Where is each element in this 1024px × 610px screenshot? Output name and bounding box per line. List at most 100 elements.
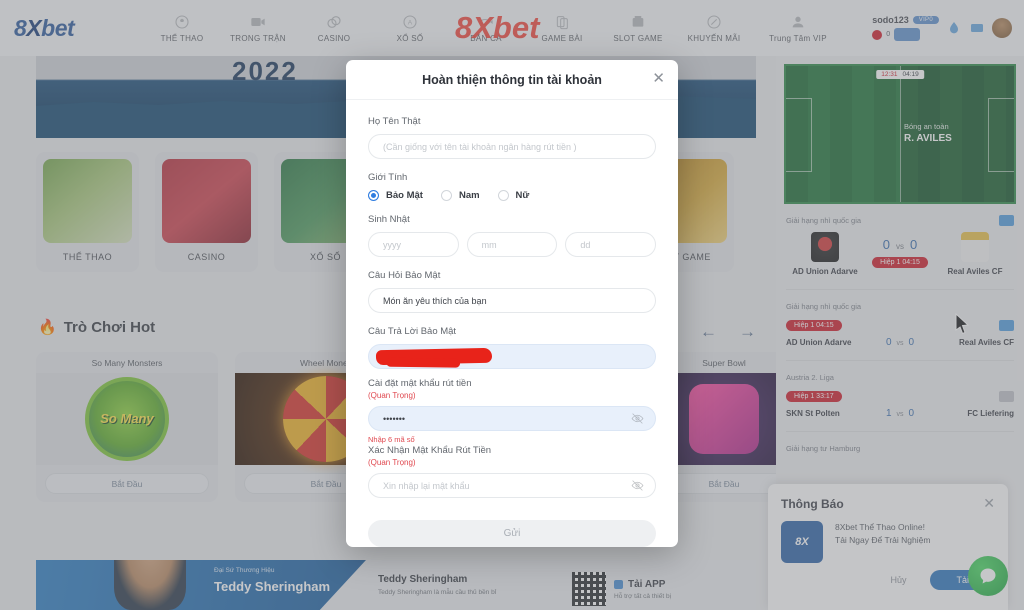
home-score: 0 [885, 337, 892, 349]
match-row[interactable]: AD Union Adarve 0 vs 0 Real Aviles CF [786, 337, 1014, 348]
nav-item-xo-so[interactable]: A XỔ SỐ [372, 14, 448, 43]
logo-8: 8 [14, 14, 27, 41]
nav-item-slot-game[interactable]: SLOT GAME [600, 14, 676, 43]
away-score: 0 [908, 408, 915, 420]
deposit-drop-icon[interactable] [946, 20, 962, 36]
timer-right: 04:19 [902, 71, 919, 78]
fish-icon [477, 14, 495, 30]
app-logo: 8X [781, 521, 823, 563]
timer-left: 12:31 [881, 71, 898, 78]
gender-radio-group: Bảo Mật Nam Nữ [368, 190, 656, 201]
ambassador-subtitle: Đại Sứ Thương Hiệu [214, 567, 275, 574]
match-row[interactable]: SKN St Polten 1 vs 0 FC Liefering [786, 408, 1014, 419]
main-nav: THỂ THAO TRONG TRẬN CASINO A XỔ SỐ BẮN C… [144, 14, 872, 43]
nav-item-khuyen-mai[interactable]: KHUYẾN MÃI [676, 14, 752, 43]
live-pitch-widget[interactable]: 12:31 04:19 Bóng an toàn R. AVILES [784, 64, 1016, 204]
match-timer: 12:31 04:19 [876, 70, 924, 79]
security-question-label: Câu Hỏi Bảo Mật [368, 270, 441, 281]
league-name: Austria 2. Liga [786, 373, 834, 383]
mail-icon[interactable] [969, 20, 985, 36]
nav-item-casino[interactable]: CASINO [296, 14, 372, 43]
live-status-badge: Hiệp 1 33:17 [786, 391, 842, 403]
vs-label: vs [896, 340, 904, 348]
avatar[interactable] [992, 18, 1012, 38]
eye-off-icon[interactable] [631, 412, 644, 425]
gender-option-nu[interactable]: Nữ [497, 190, 540, 201]
close-icon[interactable]: ✕ [652, 71, 665, 86]
app-square-icon [614, 579, 623, 589]
banner-year: 2022 [232, 56, 298, 86]
match-score: 0 vs 0 [886, 337, 914, 348]
nav-label: CASINO [317, 33, 351, 43]
birthday-day-input[interactable] [565, 232, 657, 257]
live-video-icon [249, 14, 267, 30]
birthday-month-input[interactable] [466, 232, 558, 257]
gender-option-label: Nam [458, 190, 480, 201]
away-team-name: FC Liefering [967, 409, 1014, 419]
tv-stream-icon[interactable] [999, 320, 1014, 332]
gift-icon [705, 14, 723, 30]
nav-item-game-bai[interactable]: GAME BÀI [524, 14, 600, 43]
submit-button[interactable]: Gửi [368, 520, 656, 547]
home-score: 0 [882, 237, 890, 252]
fullname-input[interactable] [368, 134, 656, 159]
ambassador-right-text: Teddy Sheringham Teddy Sheringham là mẫu… [378, 574, 496, 596]
hero-match[interactable]: AD Union Adarve 0 vs 0 Hiệp 1 04:15 Real… [786, 232, 1014, 277]
vip-crown-icon [789, 14, 807, 30]
withdraw-password-important: (Quan Trọng) [368, 391, 416, 400]
hero-score: 0 vs 0 [883, 237, 917, 252]
confirm-password-input[interactable] [368, 473, 656, 498]
wallet-button[interactable] [894, 28, 921, 41]
game-logo [689, 384, 759, 454]
notification-cancel-button[interactable]: Hủy [878, 571, 918, 589]
divider [786, 431, 1014, 433]
gender-option-bao-mat[interactable]: Bảo Mật [368, 190, 433, 201]
withdraw-password-input[interactable] [368, 406, 656, 431]
site-logo[interactable]: 8Xbet [14, 15, 124, 42]
lottery-ball-icon: A [401, 14, 419, 30]
close-icon[interactable]: ✕ [983, 495, 995, 512]
home-team-crest [811, 232, 839, 262]
nav-label: KHUYẾN MÃI [687, 33, 741, 43]
tv-stream-icon[interactable] [999, 391, 1014, 403]
birthday-label: Sinh Nhật [368, 214, 410, 225]
carousel-next-icon[interactable]: → [739, 322, 756, 342]
security-question-input[interactable] [368, 288, 656, 313]
hot-games-header: 🔥 Trò Chơi Hot [38, 318, 155, 337]
radio-dot [440, 190, 452, 201]
nav-label: GAME BÀI [541, 33, 583, 43]
gender-option-nam[interactable]: Nam [440, 190, 490, 201]
nav-item-ban-ca[interactable]: BẮN CÁ [448, 14, 524, 43]
ambassador-right-title: Teddy Sheringham [378, 574, 468, 585]
nav-label: TRONG TRẬN [230, 33, 286, 43]
chat-bubble-icon[interactable] [968, 556, 1008, 596]
nav-item-trong-tran[interactable]: TRONG TRẬN [220, 14, 296, 43]
ambassador-blue-panel: Đại Sứ Thương Hiệu Teddy Sheringham [36, 560, 366, 610]
birthday-year-input[interactable] [368, 232, 459, 257]
notification-panel: Thông Báo ✕ 8X 8Xbet Thể Thao Online! Tả… [768, 484, 1008, 610]
account-info-modal: Hoàn thiện thông tin tài khoản ✕ Họ Tên … [346, 60, 678, 547]
away-score: 0 [909, 237, 918, 252]
start-game-button[interactable]: Bắt Đầu [45, 473, 209, 494]
app-title: Tải APP [628, 578, 666, 590]
carousel-prev-icon[interactable]: ← [700, 322, 717, 342]
nav-label: SLOT GAME [613, 33, 663, 43]
divider [786, 289, 1014, 291]
qr-code-icon [572, 572, 606, 606]
app-subtitle: Hỗ trợ tất cả thiết bị [614, 592, 672, 600]
site-header: 8Xbet THỂ THAO TRONG TRẬN CASINO A XỔ SỐ… [0, 0, 1024, 56]
nav-label: BẮN CÁ [470, 33, 502, 43]
game-card[interactable]: So Many Monsters So Many Bắt Đầu [36, 352, 218, 502]
category-the-thao[interactable]: THỂ THAO [36, 152, 139, 272]
divider [786, 360, 1014, 362]
svg-text:A: A [408, 19, 413, 26]
game-title: So Many Monsters [91, 358, 163, 368]
nav-item-trung-tam-vip[interactable]: Trung Tâm VIP [752, 14, 844, 43]
home-team: AD Union Adarve [786, 232, 864, 277]
pitch-penalty-box-right [988, 98, 1014, 172]
tv-stream-icon[interactable] [999, 215, 1014, 226]
live-status-badge: Hiệp 1 04:15 [786, 320, 842, 332]
category-casino[interactable]: CASINO [155, 152, 258, 272]
eye-off-icon[interactable] [631, 479, 644, 492]
nav-item-the-thao[interactable]: THỂ THAO [144, 14, 220, 43]
